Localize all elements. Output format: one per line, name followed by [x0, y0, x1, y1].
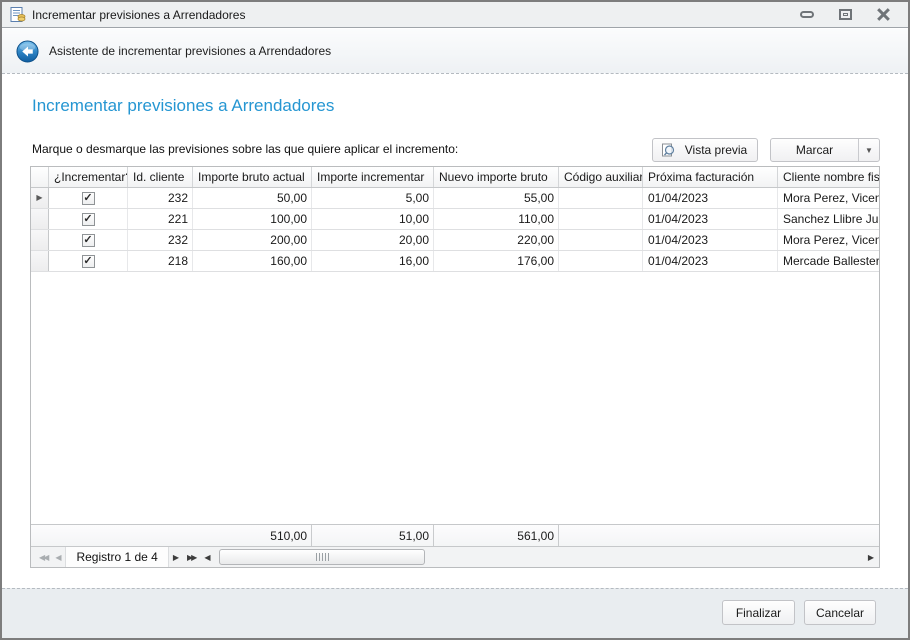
- chevron-down-icon: ▼: [865, 145, 873, 155]
- minimize-button[interactable]: [796, 6, 818, 24]
- previous-record-button[interactable]: ◀: [51, 547, 65, 568]
- row-selector[interactable]: [31, 209, 49, 229]
- table-row: ✓ 221 100,00 10,00 110,00 01/04/2023 San…: [31, 209, 879, 230]
- page-title: Incrementar previsiones a Arrendadores: [32, 96, 335, 115]
- checkbox-icon: ✓: [81, 212, 95, 226]
- table-row: ▶ ✓ 232 50,00 5,00 55,00 01/04/2023 Mora…: [31, 188, 879, 209]
- record-position-label: Registro 1 de 4: [65, 547, 169, 567]
- first-record-button[interactable]: ◀◀: [35, 547, 51, 568]
- checkbox-icon: ✓: [81, 191, 95, 205]
- preview-icon: [662, 143, 675, 157]
- current-row-marker-icon: ▶: [36, 193, 43, 202]
- cell-gross-new: 220,00: [434, 230, 559, 250]
- maximize-button[interactable]: [834, 6, 856, 24]
- cell-client-id: 232: [128, 230, 193, 250]
- minimize-icon: [800, 11, 814, 18]
- cell-gross-current: 200,00: [193, 230, 312, 250]
- cell-gross-current: 100,00: [193, 209, 312, 229]
- close-icon: [877, 8, 890, 21]
- close-button[interactable]: [872, 6, 894, 24]
- header-next-billing[interactable]: Próxima facturación: [643, 167, 778, 187]
- increment-checkbox-cell[interactable]: ✓: [49, 209, 128, 229]
- cell-client-id: 221: [128, 209, 193, 229]
- record-navigator: ◀◀ ◀ Registro 1 de 4 ▶ ▶▶ ◀ ▶: [31, 546, 879, 567]
- cell-client-name: Sanchez Llibre Julian: [783, 212, 879, 226]
- wizard-header: Asistente de incrementar previsiones a A…: [2, 29, 908, 74]
- preview-button-label: Vista previa: [684, 143, 748, 157]
- cell-next-billing: 01/04/2023: [643, 188, 778, 208]
- mark-dropdown-button[interactable]: ▼: [859, 139, 879, 161]
- cell-next-billing: 01/04/2023: [643, 209, 778, 229]
- summary-row: 510,00 51,00 561,00: [31, 524, 879, 546]
- cell-increase: 20,00: [312, 230, 434, 250]
- cell-next-billing: 01/04/2023: [643, 230, 778, 250]
- header-row-selector: [31, 167, 49, 187]
- table-row: ✓ 232 200,00 20,00 220,00 01/04/2023 Mor…: [31, 230, 879, 251]
- header-gross-new[interactable]: Nuevo importe bruto: [434, 167, 559, 187]
- preview-button[interactable]: Vista previa: [652, 138, 758, 162]
- maximize-icon: [838, 9, 852, 20]
- cell-gross-new: 110,00: [434, 209, 559, 229]
- finish-button[interactable]: Finalizar: [722, 600, 795, 625]
- cell-gross-new: 55,00: [434, 188, 559, 208]
- row-selector[interactable]: ▶: [31, 188, 49, 208]
- header-gross-current[interactable]: Importe bruto actual: [193, 167, 312, 187]
- cell-aux-code: [559, 230, 643, 250]
- horizontal-scrollbar-thumb[interactable]: [219, 549, 426, 565]
- last-record-button[interactable]: ▶▶: [183, 547, 199, 568]
- previsions-grid: ¿Incrementar? Id. cliente Importe bruto …: [30, 166, 880, 568]
- summary-increase: 51,00: [312, 525, 434, 546]
- cell-client-id: 218: [128, 251, 193, 271]
- footer-bar: Finalizar Cancelar: [2, 588, 908, 638]
- cell-increase: 16,00: [312, 251, 434, 271]
- table-row: ✓ 218 160,00 16,00 176,00 01/04/2023 Mer…: [31, 251, 879, 272]
- cell-increase: 5,00: [312, 188, 434, 208]
- window-controls: [796, 6, 902, 24]
- cell-gross-new: 176,00: [434, 251, 559, 271]
- mark-button-label: Marcar: [795, 143, 834, 157]
- row-selector[interactable]: [31, 230, 49, 250]
- back-button[interactable]: [16, 39, 39, 63]
- titlebar: Incrementar previsiones a Arrendadores: [2, 2, 908, 28]
- increment-checkbox-cell[interactable]: ✓: [49, 188, 128, 208]
- grid-empty-area: [31, 272, 879, 524]
- increment-checkbox-cell[interactable]: ✓: [49, 251, 128, 271]
- mark-split-button[interactable]: Marcar ▼: [770, 138, 880, 162]
- window-title: Incrementar previsiones a Arrendadores: [32, 7, 246, 22]
- next-record-button[interactable]: ▶: [169, 547, 183, 568]
- cell-aux-code: [559, 209, 643, 229]
- header-increase[interactable]: Importe incrementar: [312, 167, 434, 187]
- header-aux-code[interactable]: Código auxiliar: [559, 167, 643, 187]
- scroll-left-button[interactable]: ◀: [199, 547, 215, 568]
- cell-gross-current: 160,00: [193, 251, 312, 271]
- scroll-right-button[interactable]: ▶: [863, 547, 879, 568]
- header-increment[interactable]: ¿Incrementar?: [49, 167, 128, 187]
- checkbox-icon: ✓: [81, 233, 95, 247]
- header-client-id[interactable]: Id. cliente: [128, 167, 193, 187]
- scrollbar-grip-icon: [315, 553, 329, 561]
- cell-client-id: 232: [128, 188, 193, 208]
- instruction-text: Marque o desmarque las previsiones sobre…: [32, 142, 459, 156]
- summary-gross-current: 510,00: [193, 525, 312, 546]
- cell-next-billing: 01/04/2023: [643, 251, 778, 271]
- increment-checkbox-cell[interactable]: ✓: [49, 230, 128, 250]
- grid-header-row: ¿Incrementar? Id. cliente Importe bruto …: [31, 167, 879, 188]
- summary-gross-new: 561,00: [434, 525, 559, 546]
- cancel-button[interactable]: Cancelar: [804, 600, 876, 625]
- horizontal-scrollbar-track[interactable]: [217, 547, 860, 567]
- cell-aux-code: [559, 251, 643, 271]
- cell-aux-code: [559, 188, 643, 208]
- cell-client-name: Mora Perez, Vicente: [783, 191, 879, 205]
- row-selector[interactable]: [31, 251, 49, 271]
- cell-client-name: Mora Perez, Vicente: [783, 233, 879, 247]
- wizard-window: Incrementar previsiones a Arrendadores A…: [0, 0, 910, 640]
- checkbox-icon: ✓: [81, 254, 95, 268]
- wizard-title: Asistente de incrementar previsiones a A…: [49, 44, 332, 58]
- cell-client-name: Mercade Ballesteros,: [783, 254, 879, 268]
- header-client-name[interactable]: Cliente nombre fiscal: [778, 167, 879, 187]
- cell-gross-current: 50,00: [193, 188, 312, 208]
- app-icon: [10, 6, 26, 22]
- cell-increase: 10,00: [312, 209, 434, 229]
